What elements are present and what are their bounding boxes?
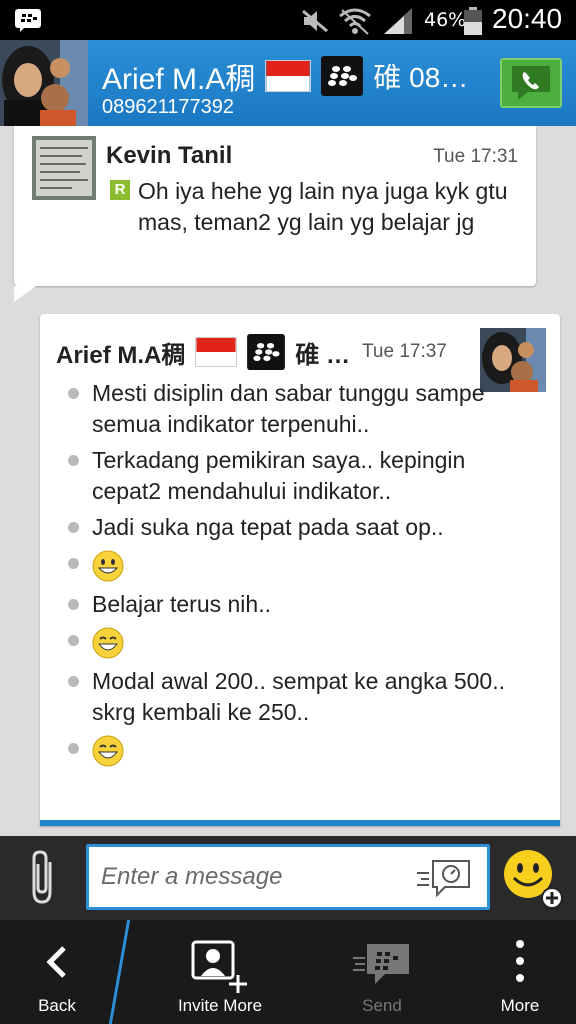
list-item — [66, 548, 516, 584]
message-item-text: Belajar terus nih.. — [92, 591, 271, 617]
clock: 20:40 — [492, 3, 563, 34]
list-item: Terkadang pemikiran saya.. kepingin cepa… — [66, 445, 516, 507]
more-button[interactable]: More — [470, 920, 570, 1024]
message-input[interactable] — [101, 861, 401, 893]
message-time: Tue 17:31 — [433, 146, 518, 167]
compose-bar — [0, 836, 576, 920]
incoming-message[interactable]: Kevin Tanil Tue 17:31 R Oh iya hehe yg l… — [14, 126, 536, 302]
back-label: Back — [38, 996, 76, 1015]
message-item-text: Jadi suka nga tepat pada saat op.. — [92, 514, 444, 540]
status-bar: 46% 20:40 — [0, 0, 576, 40]
emoticon-picker-icon[interactable] — [502, 848, 564, 910]
list-item: Belajar terus nih.. — [66, 589, 516, 620]
message-underline — [40, 820, 560, 826]
grinning-emoji-icon — [92, 550, 124, 582]
bubble-tail — [14, 286, 36, 302]
list-item: Jadi suka nga tepat pada saat op.. — [66, 512, 516, 543]
message-text: Oh iya hehe yg lain nya juga kyk gtu mas… — [138, 178, 508, 235]
send-bbm-icon — [353, 944, 409, 984]
wifi-icon — [339, 8, 371, 35]
bottom-nav: Back Invite More Send More — [0, 920, 576, 1024]
invite-label: Invite More — [177, 996, 263, 1015]
sender-pin: 碓 … — [295, 341, 351, 369]
invite-more-button[interactable]: Invite More — [150, 920, 290, 1024]
read-status-icon: R — [110, 180, 130, 200]
send-button[interactable]: Send — [320, 920, 444, 1024]
list-item: Modal awal 200.. sempat ke angka 500.. s… — [66, 666, 516, 728]
list-item: Mesti disiplin dan sabar tunggu sampe se… — [66, 378, 516, 440]
message-list: Mesti disiplin dan sabar tunggu sampe se… — [66, 378, 516, 774]
signal-icon — [384, 8, 412, 34]
indonesia-flag-icon — [265, 60, 312, 92]
laughing-emoji-icon — [92, 735, 124, 767]
list-item — [66, 733, 516, 769]
more-label: More — [500, 996, 540, 1015]
contact-pin: 碓 08… — [373, 62, 469, 93]
indonesia-flag-icon — [195, 337, 238, 367]
message-item-text: Mesti disiplin dan sabar tunggu sampe se… — [92, 380, 485, 437]
blackberry-logo-icon — [321, 56, 364, 96]
mute-icon — [302, 9, 328, 33]
back-arrow-icon — [46, 946, 66, 978]
laughing-emoji-icon — [92, 627, 124, 659]
message-time: Tue 17:37 — [362, 341, 447, 362]
contact-avatar[interactable] — [0, 40, 88, 126]
list-item — [66, 625, 516, 661]
battery-icon — [464, 7, 482, 35]
invite-contact-icon — [191, 940, 247, 993]
message-sender: Arief M.A稠 — [56, 341, 186, 369]
paperclip-icon[interactable] — [24, 848, 64, 908]
contact-name: Arief M.A稠 — [102, 63, 256, 96]
message-item-text: Terkadang pemikiran saya.. kepingin cepa… — [92, 447, 466, 504]
back-button[interactable]: Back — [0, 920, 114, 1024]
call-button[interactable] — [500, 58, 562, 108]
sender-avatar[interactable] — [32, 136, 96, 200]
contact-phone: 089621177392 — [102, 96, 234, 118]
blackberry-logo-icon — [247, 334, 286, 370]
outgoing-message[interactable]: Arief M.A稠 碓 … Tue 17:37 Mesti disiplin … — [40, 314, 560, 826]
message-item-text: Modal awal 200.. sempat ke angka 500.. s… — [92, 668, 505, 725]
phone-call-icon — [512, 66, 550, 100]
message-field[interactable] — [86, 844, 490, 910]
message-sender: Kevin Tanil — [106, 142, 233, 169]
voice-note-icon[interactable] — [415, 855, 473, 899]
chat-area[interactable]: Kevin Tanil Tue 17:31 R Oh iya hehe yg l… — [0, 126, 576, 836]
bbm-notification-icon — [15, 9, 41, 32]
battery-percent: 46% — [424, 9, 467, 31]
chat-header: Arief M.A稠 碓 08… 089621177392 — [0, 40, 576, 126]
send-label: Send — [362, 996, 402, 1015]
overflow-menu-icon — [516, 940, 524, 982]
